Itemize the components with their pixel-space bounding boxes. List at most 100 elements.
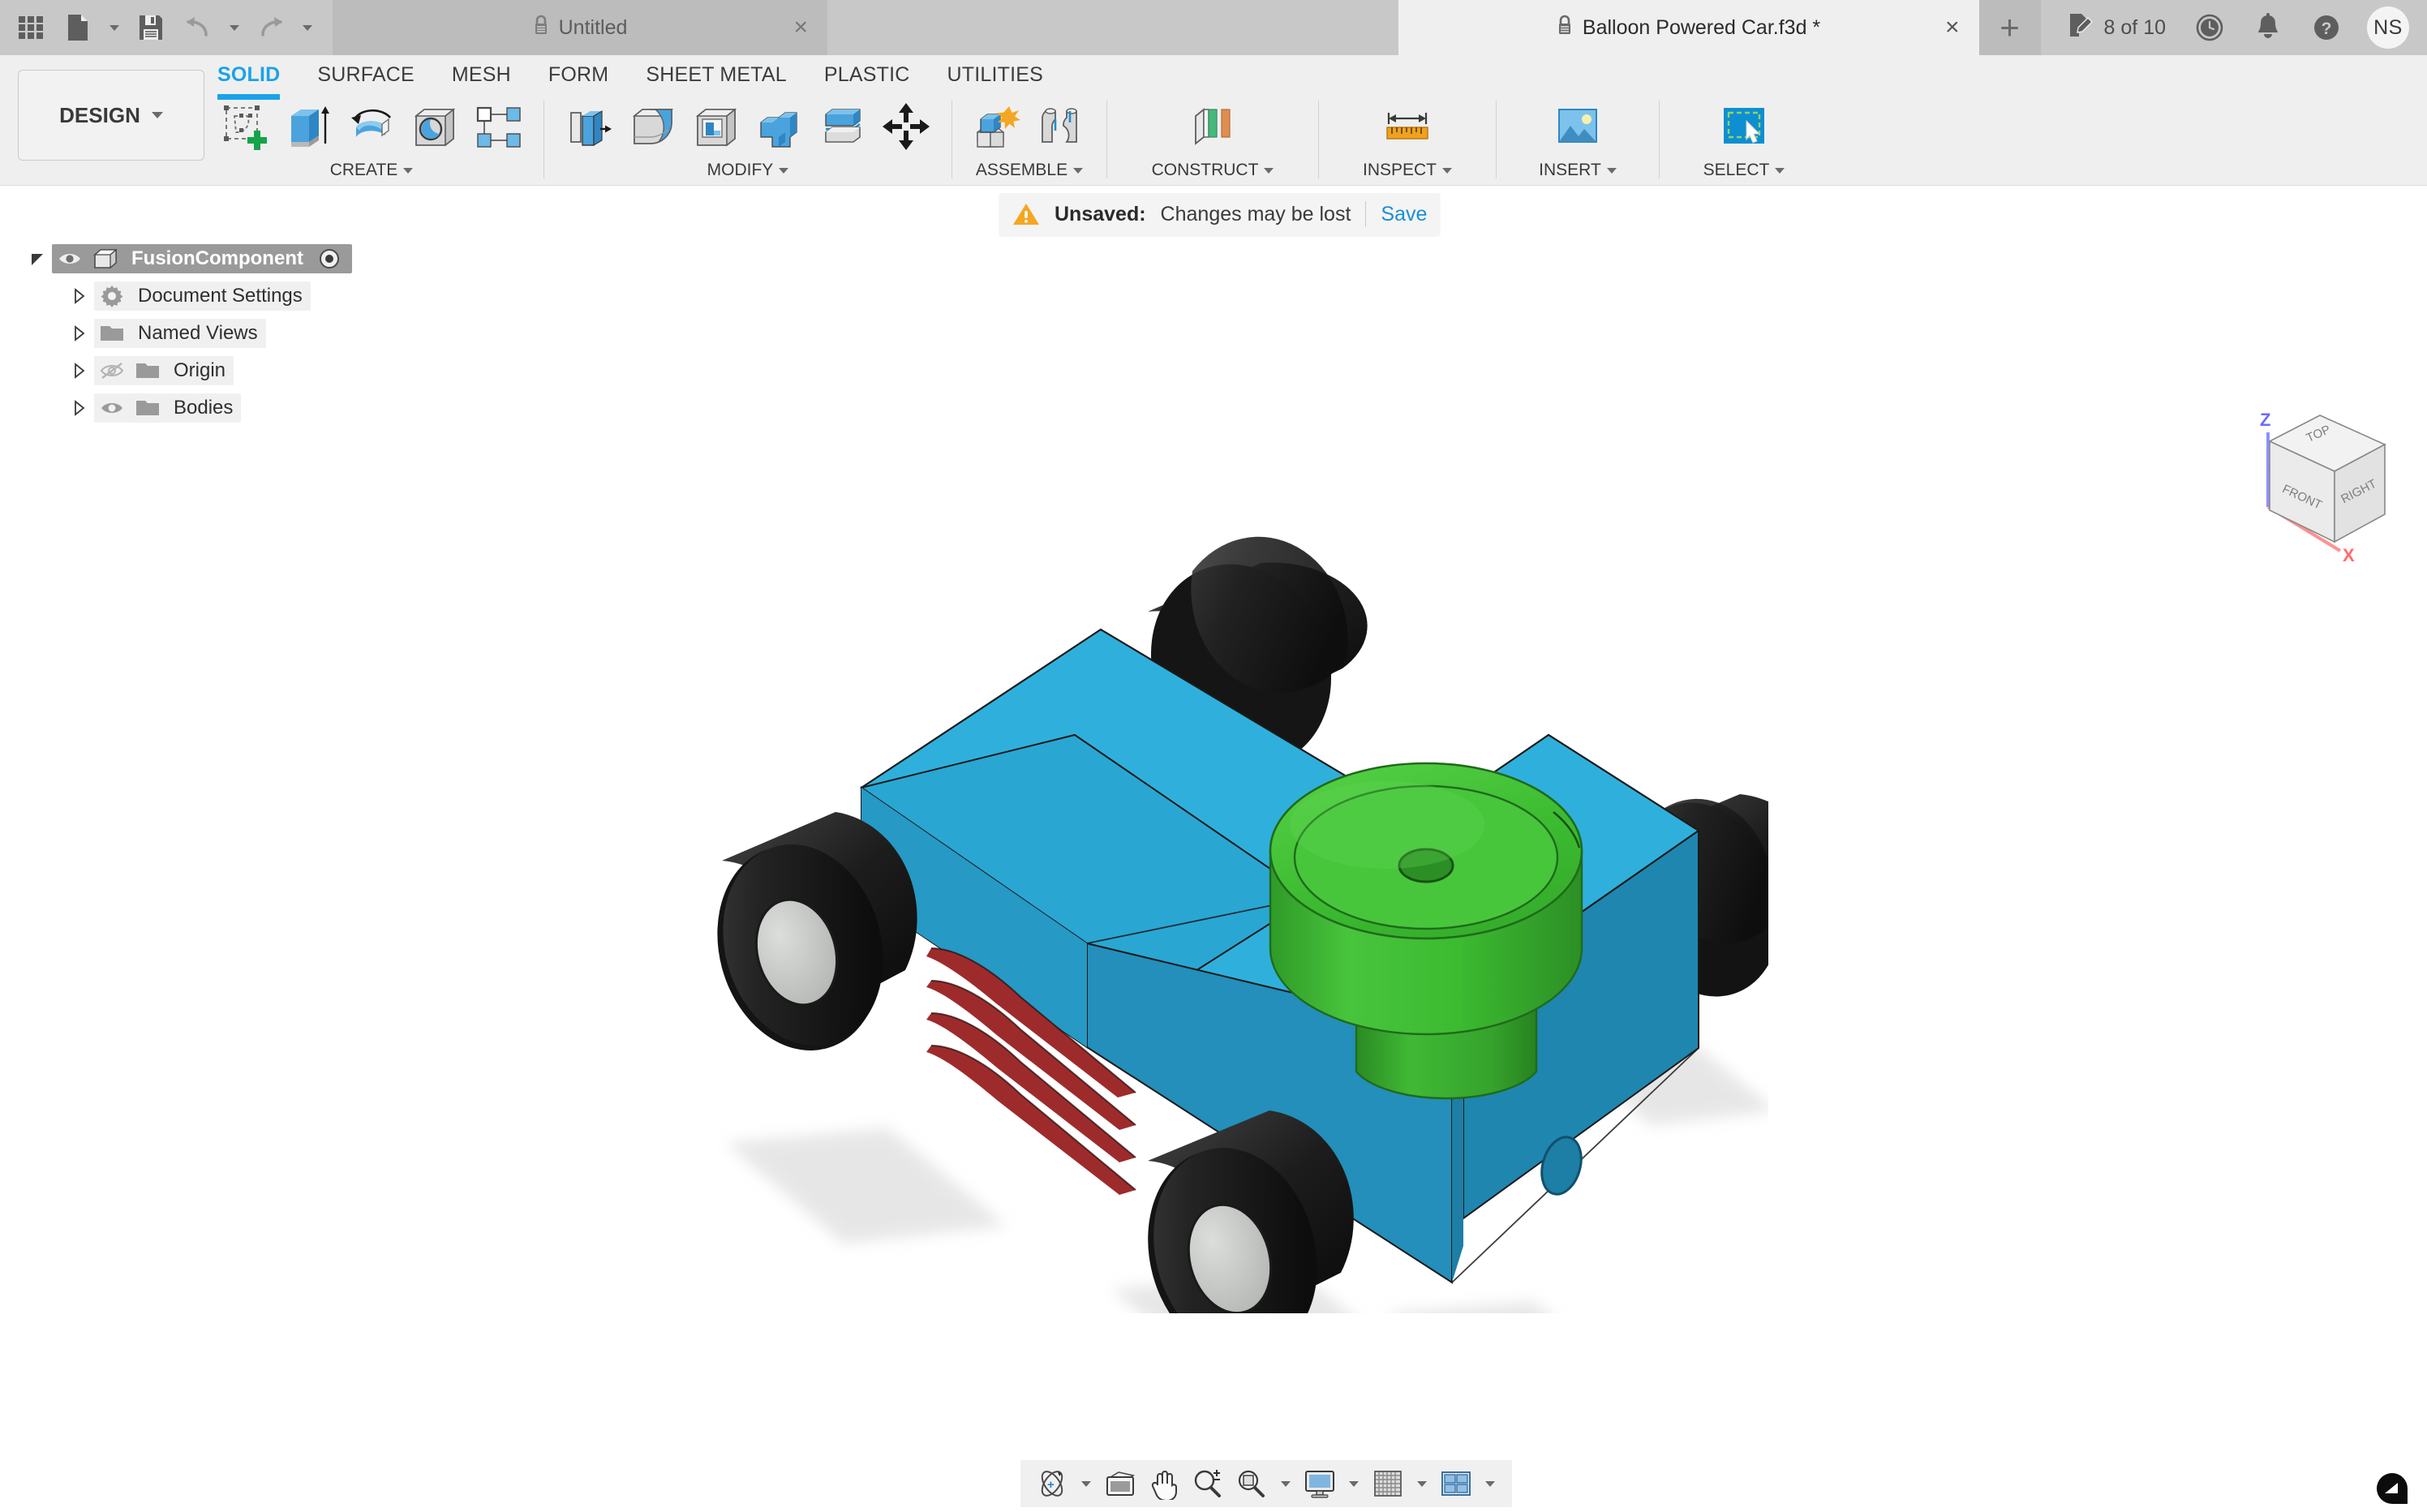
measure-icon[interactable] <box>1378 97 1437 156</box>
ribbon-group-insert: INSERT <box>1505 94 1651 185</box>
eye-hidden-icon[interactable] <box>94 361 130 380</box>
workspace-switcher-design[interactable]: DESIGN <box>18 70 204 161</box>
save-icon[interactable] <box>128 5 174 50</box>
svg-text:?: ? <box>2322 19 2332 38</box>
svg-text:X: X <box>2343 545 2355 565</box>
ribbon-divider <box>1659 101 1660 178</box>
look-at-icon[interactable] <box>1100 1463 1140 1504</box>
tab-plastic[interactable]: PLASTIC <box>824 55 910 92</box>
revolve-icon[interactable] <box>342 97 401 156</box>
tab-solid[interactable]: SOLID <box>217 55 281 100</box>
display-settings-dropdown-caret-icon[interactable] <box>1343 1463 1364 1504</box>
expand-triangle-right-icon[interactable] <box>65 325 94 341</box>
document-tab-balloon-powered-car[interactable]: Balloon Powered Car.f3d * × <box>1398 0 1979 55</box>
tree-node-label: FusionComponent <box>131 247 303 269</box>
new-file-dropdown-caret-icon[interactable] <box>102 5 127 50</box>
new-file-icon[interactable] <box>55 5 101 50</box>
tab-sheet-metal[interactable]: SHEET METAL <box>646 55 787 92</box>
redo-icon[interactable] <box>248 5 294 50</box>
expand-triangle-right-icon[interactable] <box>65 288 94 304</box>
front-left-wheel[interactable] <box>694 812 917 1070</box>
undo-icon[interactable] <box>175 5 221 50</box>
expand-triangle-down-icon[interactable] <box>23 251 52 267</box>
fillet-icon[interactable] <box>624 97 682 156</box>
display-settings-icon[interactable] <box>1299 1463 1340 1504</box>
ribbon-group-label-insert[interactable]: INSERT <box>1539 161 1617 180</box>
recent-activity-icon[interactable] <box>2180 0 2239 55</box>
grid-snaps-dropdown-caret-icon[interactable] <box>1411 1463 1433 1504</box>
svg-text:+: + <box>1047 1478 1055 1492</box>
tree-node-label: Document Settings <box>138 285 303 307</box>
cad-model-balloon-powered-car[interactable] <box>673 494 1768 1313</box>
orbit-dropdown-caret-icon[interactable] <box>1076 1463 1097 1504</box>
offset-plane-icon[interactable] <box>1183 97 1242 156</box>
undo-dropdown-caret-icon[interactable] <box>222 5 247 50</box>
expand-triangle-right-icon[interactable] <box>65 400 94 416</box>
tree-row[interactable]: Bodies <box>94 393 242 423</box>
pan-icon[interactable] <box>1144 1463 1184 1504</box>
tree-node-named-views[interactable]: Named Views <box>23 315 428 352</box>
eye-visible-icon[interactable] <box>94 399 130 417</box>
combine-icon[interactable] <box>750 97 809 156</box>
sphere-icon[interactable] <box>406 97 464 156</box>
ribbon-group-label-construct[interactable]: CONSTRUCT <box>1152 161 1274 180</box>
group-label-text: INSERT <box>1539 161 1601 179</box>
extrude-icon[interactable] <box>279 97 337 156</box>
ribbon-group-label-modify[interactable]: MODIFY <box>707 161 789 180</box>
ribbon-group-label-select[interactable]: SELECT <box>1703 161 1785 180</box>
expand-triangle-right-icon[interactable] <box>65 363 94 379</box>
tab-surface[interactable]: SURFACE <box>317 55 414 92</box>
save-button[interactable]: Save <box>1381 203 1427 226</box>
zoom-icon[interactable] <box>1188 1463 1228 1504</box>
redo-dropdown-caret-icon[interactable] <box>295 5 320 50</box>
viewports-icon[interactable] <box>1436 1463 1476 1504</box>
pattern-icon[interactable] <box>469 97 527 156</box>
tree-row[interactable]: Origin <box>94 356 234 385</box>
tree-node-origin[interactable]: Origin <box>23 352 428 389</box>
joint-icon[interactable] <box>1032 97 1090 156</box>
rear-left-wheel[interactable] <box>1123 1110 1354 1313</box>
tree-row[interactable]: Named Views <box>94 319 266 348</box>
eye-visible-icon[interactable] <box>52 250 88 268</box>
apps-grid-icon[interactable] <box>8 5 54 50</box>
tab-form[interactable]: FORM <box>548 55 608 92</box>
tree-node-fusion-component[interactable]: FusionComponent <box>23 240 428 277</box>
zoom-window-dropdown-caret-icon[interactable] <box>1275 1463 1296 1504</box>
new-tab-button[interactable]: + <box>1978 0 2041 55</box>
tree-root-row[interactable]: FusionComponent <box>52 244 352 273</box>
help-icon[interactable]: ? <box>2297 0 2356 55</box>
tab-utilities[interactable]: UTILITIES <box>947 55 1043 92</box>
tree-row[interactable]: Document Settings <box>94 281 311 311</box>
job-status[interactable]: 8 of 10 <box>2052 11 2180 45</box>
document-tab-untitled[interactable]: Untitled × <box>333 0 827 55</box>
ribbon-group-assemble: ASSEMBLE <box>960 94 1098 185</box>
tree-node-bodies[interactable]: Bodies <box>23 389 428 427</box>
zoom-window-icon[interactable] <box>1231 1463 1272 1504</box>
new-component-icon[interactable] <box>969 97 1027 156</box>
orbit-icon[interactable]: + <box>1032 1463 1072 1504</box>
job-status-icon <box>2067 11 2094 45</box>
tree-node-document-settings[interactable]: Document Settings <box>23 277 428 315</box>
document-tab-title: Balloon Powered Car.f3d * <box>1582 15 1821 39</box>
create-sketch-icon[interactable] <box>216 97 274 156</box>
shell-icon[interactable] <box>687 97 745 156</box>
tab-mesh[interactable]: MESH <box>452 55 511 92</box>
grid-snaps-icon[interactable] <box>1368 1463 1408 1504</box>
group-label-text: INSPECT <box>1362 161 1437 179</box>
view-cube[interactable]: Z X TOP FRONT RIGHT <box>2223 403 2393 569</box>
insert-image-icon[interactable] <box>1549 97 1607 156</box>
ribbon-group-select: SELECT <box>1668 94 1820 185</box>
radio-active-icon[interactable] <box>311 247 347 270</box>
move-copy-icon[interactable] <box>877 97 935 156</box>
viewports-dropdown-caret-icon[interactable] <box>1480 1463 1501 1504</box>
close-icon[interactable]: × <box>1945 15 1960 40</box>
close-icon[interactable]: × <box>793 15 808 40</box>
ribbon-group-label-create[interactable]: CREATE <box>330 161 414 180</box>
avatar[interactable]: NS <box>2367 6 2409 49</box>
select-window-icon[interactable] <box>1715 97 1773 156</box>
ribbon-group-label-assemble[interactable]: ASSEMBLE <box>976 161 1084 180</box>
press-pull-icon[interactable] <box>561 97 619 156</box>
ribbon-group-label-inspect[interactable]: INSPECT <box>1363 161 1452 180</box>
split-body-icon[interactable] <box>814 97 872 156</box>
notifications-bell-icon[interactable] <box>2239 0 2297 55</box>
